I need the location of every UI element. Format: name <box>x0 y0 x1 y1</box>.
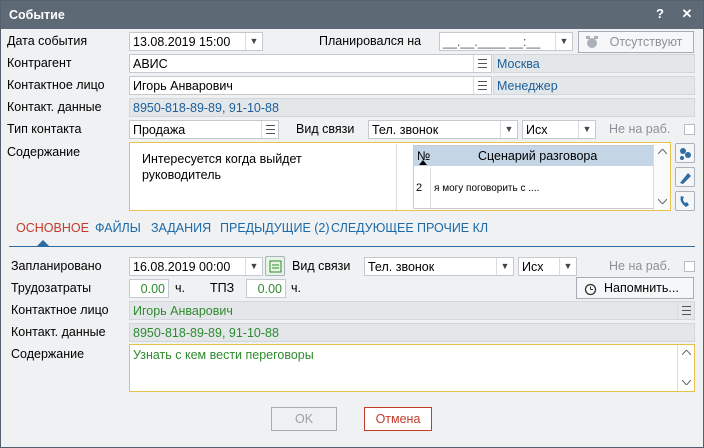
main-contact-label: Контактное лицо <box>11 303 109 317</box>
remind-button[interactable]: Напомнить... <box>576 277 694 299</box>
calendar-button[interactable] <box>265 256 285 276</box>
contact-type-label: Тип контакта <box>7 122 82 136</box>
close-icon[interactable]: ✕ <box>678 6 696 22</box>
main-direction-dropdown-icon[interactable]: ▼ <box>559 258 576 275</box>
main-content-scrollbar[interactable] <box>677 345 694 391</box>
labor-label: Трудозатраты <box>11 281 92 295</box>
date-input[interactable]: 13.08.2019 15:00 <box>129 32 263 51</box>
window-title: Событие <box>9 8 65 22</box>
planned-on-input[interactable]: __.__.____ __:__ <box>439 32 573 51</box>
tpz-unit: ч. <box>291 281 301 295</box>
labor-input[interactable]: 0.00 <box>129 279 169 298</box>
scroll-down-icon[interactable] <box>682 380 691 385</box>
tab-next[interactable]: СЛЕДУЮЩЕЕ <box>331 221 414 235</box>
tab-files[interactable]: ФАЙЛЫ <box>95 221 141 235</box>
not-working-label: Не на раб. <box>609 122 671 136</box>
main-contact-menu-icon[interactable] <box>677 302 694 319</box>
script-table-header: № Сценарий разговора <box>414 146 658 166</box>
comm-type-dropdown-icon[interactable]: ▼ <box>500 121 517 138</box>
main-comm-select[interactable]: Тел. звонок <box>364 257 514 276</box>
main-comm-label: Вид связи <box>292 259 351 273</box>
main-not-working-checkbox[interactable] <box>684 261 695 272</box>
edit-icon <box>680 173 691 184</box>
scroll-up-icon[interactable] <box>682 350 691 355</box>
planned-dropdown-icon[interactable]: ▼ <box>555 33 572 50</box>
content-panel: Интересуется когда выйдет руководитель №… <box>129 142 671 211</box>
contact-type-menu-icon[interactable] <box>261 121 278 138</box>
main-contact-data-label: Контакт. данные <box>11 325 106 339</box>
city-field: Москва <box>493 54 695 73</box>
help-icon[interactable]: ? <box>651 6 669 21</box>
tab-other[interactable]: ПРОЧИЕ КЛ <box>417 221 488 235</box>
counterparty-menu-icon[interactable] <box>473 55 490 72</box>
cancel-button[interactable]: Отмена <box>364 407 432 431</box>
alarm-clock-icon <box>584 283 597 296</box>
contact-person-label: Контактное лицо <box>7 78 105 92</box>
tpz-label: ТПЗ <box>210 281 235 295</box>
comm-type-label: Вид связи <box>296 122 355 136</box>
tpz-input[interactable]: 0.00 <box>246 279 286 298</box>
main-content-label: Содержание <box>11 347 85 361</box>
date-dropdown-icon[interactable]: ▼ <box>245 33 262 50</box>
calendar-icon <box>269 260 282 273</box>
absent-button[interactable]: Отсутствуют <box>578 31 694 53</box>
scroll-down-icon[interactable] <box>658 199 667 204</box>
comm-type-select[interactable]: Тел. звонок <box>368 120 518 139</box>
tab-tasks[interactable]: ЗАДАНИЯ <box>151 221 211 235</box>
tab-previous[interactable]: ПРЕДЫДУЩИЕ (2) <box>220 221 330 235</box>
planned-date-input[interactable]: 16.08.2019 00:00 <box>129 257 263 276</box>
planned-on-label: Планировался на <box>319 34 422 48</box>
content-text[interactable]: Интересуется когда выйдет руководитель <box>142 151 332 183</box>
call-button[interactable] <box>675 191 695 211</box>
contact-type-input[interactable]: Продажа <box>129 120 279 139</box>
title-bar[interactable]: Событие ? ✕ <box>1 1 703 29</box>
direction-dropdown-icon[interactable]: ▼ <box>578 121 595 138</box>
contact-data-label: Контакт. данные <box>7 100 102 114</box>
alarm-clock-icon <box>586 36 598 48</box>
main-content-textarea[interactable]: Узнать с кем вести переговоры <box>129 344 695 392</box>
scroll-up-icon[interactable] <box>658 149 667 154</box>
script-col-name: Сценарий разговора <box>478 149 598 163</box>
phone-icon <box>680 196 689 207</box>
content-scrollbar[interactable] <box>396 144 414 210</box>
table-row[interactable]: 2 я могу поговорить с .... <box>414 168 658 208</box>
people-icon <box>680 148 691 160</box>
main-content-text: Узнать с кем вести переговоры <box>133 348 314 362</box>
active-tab-indicator <box>37 240 49 246</box>
edit-button[interactable] <box>675 167 695 187</box>
script-row-text: я могу поговорить с .... <box>434 183 540 194</box>
main-contact-field[interactable]: Игорь Анварович <box>129 301 695 320</box>
contact-data-field: 8950-818-89-89, 91-10-88 <box>129 98 695 117</box>
counterparty-label: Контрагент <box>7 56 72 70</box>
labor-unit: ч. <box>175 281 185 295</box>
people-button[interactable] <box>675 143 695 163</box>
script-scrollbar[interactable] <box>653 144 670 210</box>
event-dialog: Событие ? ✕ Дата события 13.08.2019 15:0… <box>0 0 704 448</box>
not-working-checkbox[interactable] <box>684 124 695 135</box>
remind-label: Напомнить... <box>604 281 679 295</box>
contact-person-menu-icon[interactable] <box>473 77 490 94</box>
main-contact-data-field: 8950-818-89-89, 91-10-88 <box>129 323 695 342</box>
counterparty-input[interactable]: АВИС <box>129 54 492 73</box>
planned-label: Запланировано <box>11 259 102 273</box>
position-field: Менеджер <box>493 76 695 95</box>
script-row-num: 2 <box>416 182 423 194</box>
planned-date-dropdown-icon[interactable]: ▼ <box>245 258 262 275</box>
sort-arrow-icon <box>419 160 427 165</box>
main-not-working-label: Не на раб. <box>609 259 671 273</box>
contact-person-input[interactable]: Игорь Анварович <box>129 76 492 95</box>
tab-main[interactable]: ОСНОВНОЕ <box>16 221 89 235</box>
content-label: Содержание <box>7 145 81 159</box>
script-table: № Сценарий разговора 2 я могу поговорить… <box>413 145 659 209</box>
date-label: Дата события <box>7 34 88 48</box>
ok-button[interactable]: OK <box>271 407 337 431</box>
tab-bar: ОСНОВНОЕ ФАЙЛЫ ЗАДАНИЯ ПРЕДЫДУЩИЕ (2) СЛ… <box>9 216 695 247</box>
main-comm-dropdown-icon[interactable]: ▼ <box>496 258 513 275</box>
absent-label: Отсутствуют <box>609 35 683 49</box>
